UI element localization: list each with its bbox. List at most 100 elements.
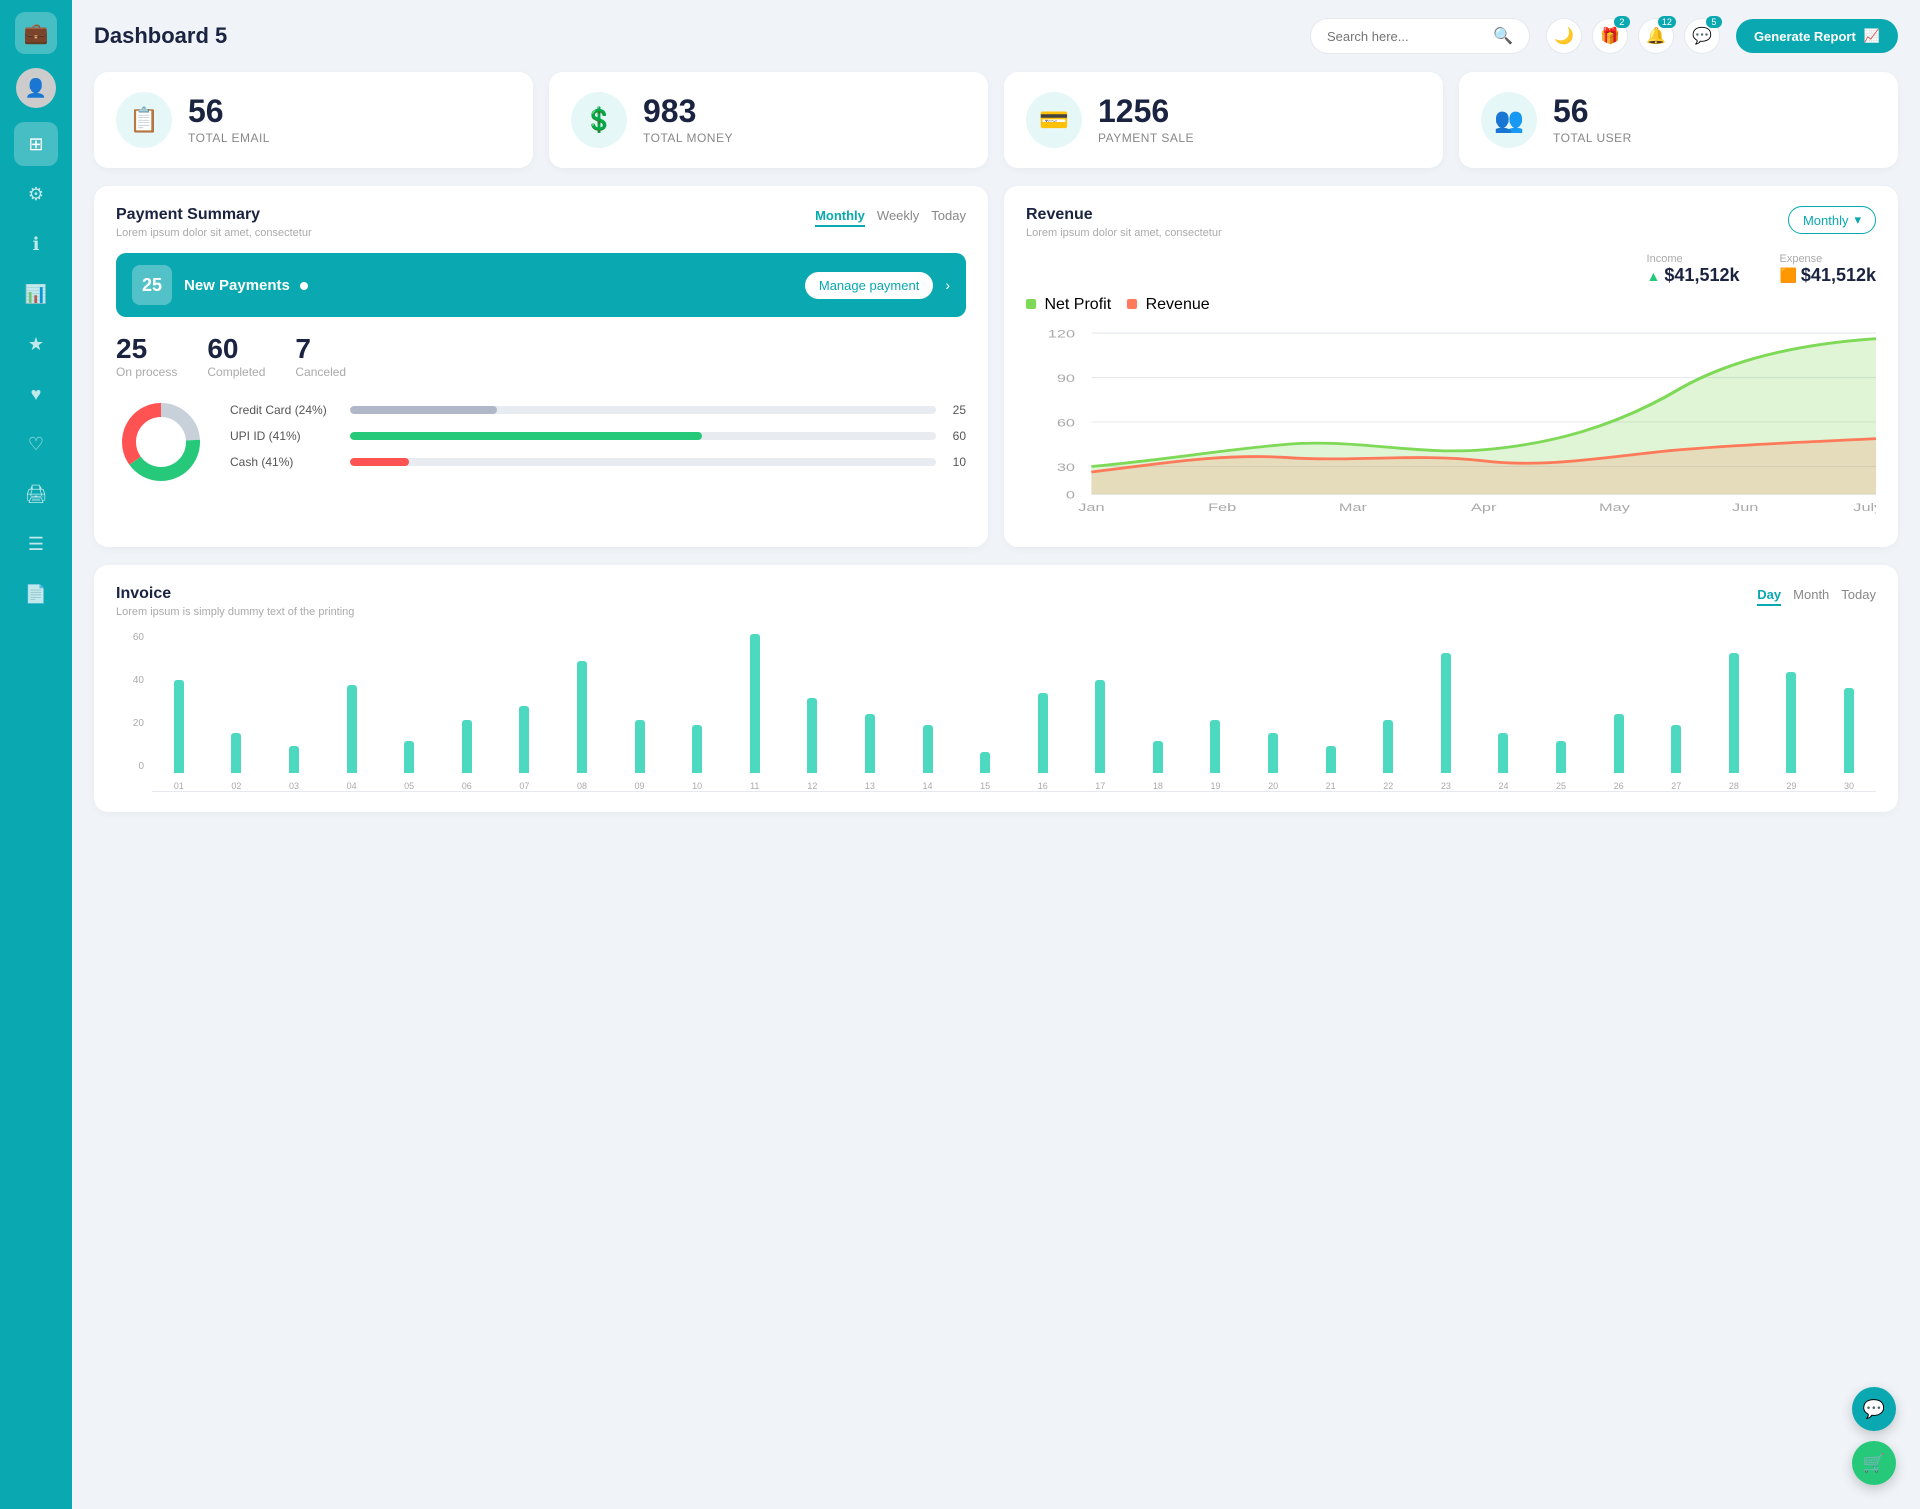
bar-day-label: 23 <box>1441 781 1451 791</box>
sidebar-item-list[interactable]: ☰ <box>14 522 58 566</box>
svg-text:Mar: Mar <box>1339 501 1368 514</box>
sidebar-item-print[interactable]: 🖨 <box>14 472 58 516</box>
search-input[interactable] <box>1327 29 1485 44</box>
income-label: Income <box>1647 253 1740 265</box>
bar-column: 13 <box>843 632 897 791</box>
bar-day-label: 16 <box>1038 781 1048 791</box>
email-icon: 📋 <box>116 92 172 148</box>
bar-column: 04 <box>325 632 379 791</box>
generate-report-label: Generate Report <box>1754 29 1856 44</box>
stat-email-number: 56 <box>188 95 270 127</box>
bar-day-label: 07 <box>519 781 529 791</box>
svg-text:July: July <box>1853 501 1876 514</box>
revenue-summary: Income ▲ $41,512k Expense 🟧 $41,512k <box>1026 253 1876 286</box>
sidebar-item-doc[interactable]: 📄 <box>14 572 58 616</box>
sidebar-item-info[interactable]: ℹ <box>14 222 58 266</box>
bar <box>750 634 760 773</box>
progress-upi-label: UPI ID (41%) <box>230 429 340 443</box>
bar-day-label: 04 <box>347 781 357 791</box>
bar-day-label: 17 <box>1095 781 1105 791</box>
bar <box>519 706 529 773</box>
progress-upi: UPI ID (41%) 60 <box>230 429 966 443</box>
sidebar-item-heart[interactable]: ♥ <box>14 372 58 416</box>
stat-completed: 60 Completed <box>207 333 265 379</box>
legend-revenue: Revenue <box>1127 296 1210 314</box>
bar-column: 12 <box>786 632 840 791</box>
bar <box>1038 693 1048 773</box>
revenue-legend: Net Profit Revenue <box>1026 296 1876 314</box>
stat-payment-label: PAYMENT SALE <box>1098 131 1194 145</box>
bar <box>692 725 702 773</box>
cart-fab[interactable]: 🛒 <box>1852 1441 1896 1485</box>
tab-today[interactable]: Today <box>931 206 966 227</box>
canceled-label: Canceled <box>295 365 346 379</box>
tab-today[interactable]: Today <box>1841 585 1876 606</box>
sidebar-item-heart2[interactable]: ♡ <box>14 422 58 466</box>
sidebar-item-star[interactable]: ★ <box>14 322 58 366</box>
bar-day-label: 20 <box>1268 781 1278 791</box>
progress-cash: Cash (41%) 10 <box>230 455 966 469</box>
bar <box>635 720 645 773</box>
gifts-badge: 2 <box>1614 16 1630 28</box>
bar <box>1268 733 1278 773</box>
gifts-button[interactable]: 🎁 2 <box>1592 18 1628 54</box>
theme-toggle-button[interactable]: 🌙 <box>1546 18 1582 54</box>
completed-number: 60 <box>207 333 265 365</box>
generate-report-button[interactable]: Generate Report 📈 <box>1736 19 1898 53</box>
bar-column: 05 <box>382 632 436 791</box>
bar <box>1153 741 1163 773</box>
notifications-button[interactable]: 🔔 12 <box>1638 18 1674 54</box>
revenue-chart-svg: 120 90 60 30 0 Jan Feb Mar Apr Ma <box>1026 322 1876 522</box>
stat-cards-row: 📋 56 TOTAL EMAIL 💲 983 TOTAL MONEY 💳 125… <box>94 72 1898 168</box>
bar-day-label: 21 <box>1326 781 1336 791</box>
sidebar-item-chart[interactable]: 📊 <box>14 272 58 316</box>
bar-column: 23 <box>1419 632 1473 791</box>
manage-payment-link[interactable]: Manage payment <box>805 272 933 299</box>
bar <box>1383 720 1393 773</box>
bar-day-label: 08 <box>577 781 587 791</box>
sidebar-item-settings[interactable]: ⚙ <box>14 172 58 216</box>
bar <box>923 725 933 773</box>
progress-upi-value: 60 <box>946 429 966 443</box>
bar <box>1441 653 1451 773</box>
bar-day-label: 30 <box>1844 781 1854 791</box>
stat-money-number: 983 <box>643 95 733 127</box>
bar <box>1210 720 1220 773</box>
svg-text:May: May <box>1599 501 1630 514</box>
new-payments-count: 25 <box>132 265 172 305</box>
bar-column: 26 <box>1592 632 1646 791</box>
expense-icon: 🟧 <box>1779 267 1796 284</box>
stat-money-info: 983 TOTAL MONEY <box>643 95 733 145</box>
bar-day-label: 10 <box>692 781 702 791</box>
donut-chart <box>116 397 206 487</box>
bar-column: 24 <box>1477 632 1531 791</box>
messages-badge: 5 <box>1706 16 1722 28</box>
sidebar-item-dashboard[interactable]: ⊞ <box>14 122 58 166</box>
bar <box>1095 680 1105 773</box>
user-avatar[interactable]: 👤 <box>16 68 56 108</box>
chevron-down-icon: ▾ <box>1854 212 1861 228</box>
revenue-card: Revenue Lorem ipsum dolor sit amet, cons… <box>1004 186 1898 547</box>
sidebar-logo[interactable]: 💼 <box>15 12 57 54</box>
bar <box>980 752 990 773</box>
revenue-monthly-dropdown[interactable]: Monthly ▾ <box>1788 206 1876 234</box>
messages-button[interactable]: 💬 5 <box>1684 18 1720 54</box>
header: Dashboard 5 🔍 🌙 🎁 2 🔔 12 💬 5 Generate Re… <box>94 18 1898 54</box>
tab-month[interactable]: Month <box>1793 585 1829 606</box>
payment-icon: 💳 <box>1026 92 1082 148</box>
tab-day[interactable]: Day <box>1757 585 1781 606</box>
bar-chart-container: 60 40 20 0 01020304050607080910111213141… <box>116 632 1876 792</box>
tab-monthly[interactable]: Monthly <box>815 206 865 227</box>
tab-weekly[interactable]: Weekly <box>877 206 919 227</box>
payment-stats-row: 25 On process 60 Completed 7 Canceled <box>116 333 966 379</box>
stat-user-number: 56 <box>1553 95 1632 127</box>
bar-column: 03 <box>267 632 321 791</box>
bar <box>231 733 241 773</box>
revenue-header: Revenue Lorem ipsum dolor sit amet, cons… <box>1026 206 1876 239</box>
support-fab[interactable]: 💬 <box>1852 1387 1896 1431</box>
bar-column: 10 <box>670 632 724 791</box>
stat-payment-info: 1256 PAYMENT SALE <box>1098 95 1194 145</box>
invoice-title: Invoice <box>116 585 354 603</box>
income-arrow-icon: ▲ <box>1647 268 1661 284</box>
bar-day-label: 01 <box>174 781 184 791</box>
